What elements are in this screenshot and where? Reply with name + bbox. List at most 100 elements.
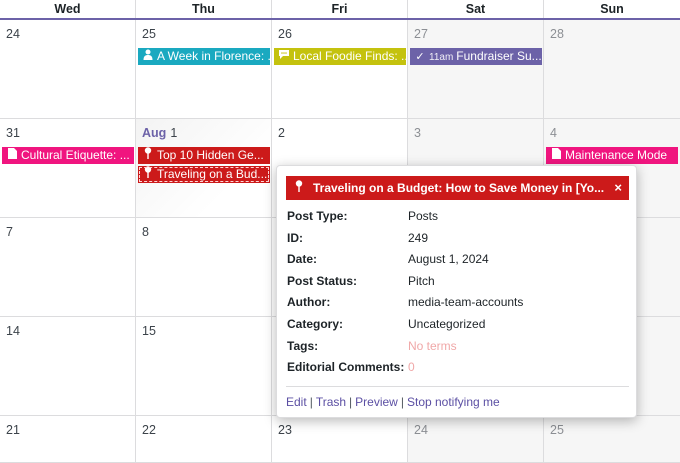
day-cell[interactable]: 15 xyxy=(136,317,272,416)
event-time: 11am xyxy=(429,52,454,63)
detail-label: ID: xyxy=(287,231,303,245)
day-number: 7 xyxy=(6,225,13,239)
speech-bubble-icon xyxy=(277,49,291,65)
day-number: Aug 1 xyxy=(142,126,177,140)
day-number: 2 xyxy=(278,126,285,140)
detail-value: Uncategorized xyxy=(408,317,486,331)
day-cell[interactable]: 14 xyxy=(0,317,136,416)
event-details-popup: Traveling on a Budget: How to Save Money… xyxy=(276,165,637,418)
event-title: Fundraiser Su... xyxy=(456,49,542,63)
popup-actions: Edit | Trash | Preview | Stop notifying me xyxy=(286,393,500,411)
popup-header: Traveling on a Budget: How to Save Money… xyxy=(286,176,629,200)
detail-label: Editorial Comments: xyxy=(287,360,405,374)
event-local-foodie-finds[interactable]: Local Foodie Finds: ... xyxy=(274,48,406,65)
day-number: 23 xyxy=(278,423,292,437)
detail-label: Author: xyxy=(287,295,331,309)
detail-value: Posts xyxy=(408,209,439,223)
detail-label: Category: xyxy=(287,317,344,331)
event-top-10-hidden-gems[interactable]: Top 10 Hidden Ge... xyxy=(138,147,270,164)
detail-value: No terms xyxy=(408,339,457,353)
detail-value: August 1, 2024 xyxy=(408,252,489,266)
weekday-sun: Sun xyxy=(600,2,624,16)
event-fundraiser[interactable]: ✓ 11am Fundraiser Su... xyxy=(410,48,542,65)
day-cell[interactable]: 22 xyxy=(136,416,272,463)
day-number-value: 1 xyxy=(170,126,178,140)
day-number: 25 xyxy=(550,423,564,437)
close-button[interactable]: × xyxy=(614,176,622,200)
weekday-thu: Thu xyxy=(136,0,272,18)
pin-icon xyxy=(295,176,307,200)
day-cell[interactable]: 23 xyxy=(272,416,408,463)
day-number: 24 xyxy=(6,27,20,41)
separator: | xyxy=(349,395,353,409)
stop-notifying-link[interactable]: Stop notifying me xyxy=(407,395,500,409)
detail-label: Post Type: xyxy=(287,209,348,223)
day-cell[interactable]: 8 xyxy=(136,218,272,317)
day-cell[interactable]: 21 xyxy=(0,416,136,463)
detail-value: Pitch xyxy=(408,274,435,288)
divider xyxy=(286,386,629,387)
detail-row-editorial-comments: Editorial Comments: 0 xyxy=(287,358,627,376)
detail-row-post-type: Post Type: Posts xyxy=(287,207,627,225)
day-cell[interactable]: 24 xyxy=(0,20,136,119)
event-maintenance-mode[interactable]: Maintenance Mode xyxy=(546,147,678,164)
detail-value: 0 xyxy=(408,360,415,374)
month-label: Aug xyxy=(142,126,167,140)
day-number: 14 xyxy=(6,324,20,338)
detail-value: media-team-accounts xyxy=(408,295,524,309)
detail-row-author: Author: media-team-accounts xyxy=(287,293,627,311)
detail-label: Post Status: xyxy=(287,274,358,288)
day-cell[interactable]: 31 xyxy=(0,119,136,218)
edit-link[interactable]: Edit xyxy=(286,395,307,409)
day-cell[interactable]: 27 xyxy=(408,20,544,119)
checkmark-icon: ✓ xyxy=(415,51,425,63)
day-number: 8 xyxy=(142,225,149,239)
day-number: 24 xyxy=(414,423,428,437)
day-number: 25 xyxy=(142,27,156,41)
day-cell[interactable]: 7 xyxy=(0,218,136,317)
day-number: 4 xyxy=(550,126,557,140)
day-number: 21 xyxy=(6,423,20,437)
event-title: Local Foodie Finds: ... xyxy=(293,49,406,63)
event-title: Cultural Etiquette: ... xyxy=(21,148,130,162)
day-cell[interactable]: 24 xyxy=(408,416,544,463)
event-title: Top 10 Hidden Ge... xyxy=(157,148,264,162)
detail-row-id: ID: 249 xyxy=(287,229,627,247)
day-number: 27 xyxy=(414,27,428,41)
document-icon xyxy=(549,148,563,164)
detail-label: Tags: xyxy=(287,339,319,353)
pin-icon xyxy=(141,166,155,183)
day-number: 15 xyxy=(142,324,156,338)
weekday-wed: Wed xyxy=(0,0,136,18)
event-title: Maintenance Mode xyxy=(565,148,668,162)
separator: | xyxy=(309,395,313,409)
person-icon xyxy=(141,49,155,65)
detail-row-category: Category: Uncategorized xyxy=(287,315,627,333)
day-number: 3 xyxy=(414,126,421,140)
event-traveling-on-a-budget[interactable]: Traveling on a Bud... xyxy=(138,166,270,183)
detail-value: 249 xyxy=(408,231,429,245)
detail-row-date: Date: August 1, 2024 xyxy=(287,250,627,268)
day-number: 26 xyxy=(278,27,292,41)
event-a-week-in-florence[interactable]: A Week in Florence: ... xyxy=(138,48,270,65)
day-cell[interactable]: 26 xyxy=(272,20,408,119)
document-icon xyxy=(5,148,19,164)
day-cell[interactable]: 25 xyxy=(136,20,272,119)
event-title: Traveling on a Bud... xyxy=(157,167,268,181)
trash-link[interactable]: Trash xyxy=(316,395,346,409)
weekday-fri: Fri xyxy=(272,0,408,18)
detail-row-tags: Tags: No terms xyxy=(287,337,627,355)
detail-row-post-status: Post Status: Pitch xyxy=(287,272,627,290)
day-number: 28 xyxy=(550,27,564,41)
weekday-header: Wed Thu Fri Sat Sun xyxy=(0,0,680,20)
preview-link[interactable]: Preview xyxy=(355,395,398,409)
day-cell[interactable]: 28 xyxy=(544,20,680,119)
event-cultural-etiquette[interactable]: Cultural Etiquette: ... xyxy=(2,147,134,164)
day-number: 31 xyxy=(6,126,20,140)
separator: | xyxy=(400,395,404,409)
day-number: 22 xyxy=(142,423,156,437)
weekday-sat: Sat xyxy=(408,0,544,18)
popup-title: Traveling on a Budget: How to Save Money… xyxy=(313,181,605,195)
detail-label: Date: xyxy=(287,252,318,266)
day-cell[interactable]: 25 xyxy=(544,416,680,463)
